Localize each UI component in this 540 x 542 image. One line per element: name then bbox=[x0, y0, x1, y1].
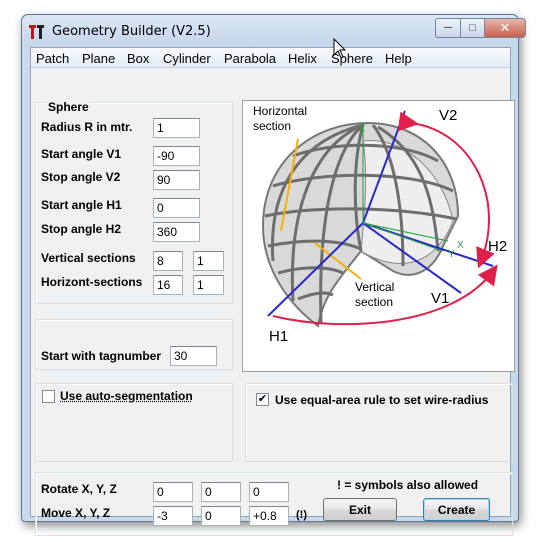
app-window: Geometry Builder (V2.5) ─ □ ✕ Patch Plan… bbox=[21, 14, 526, 536]
rotate-z-field[interactable]: 0 bbox=[249, 482, 289, 502]
maximize-icon: □ bbox=[469, 22, 476, 34]
rotate-label: Rotate X, Y, Z bbox=[41, 482, 117, 496]
v2-label: V2 bbox=[439, 107, 457, 124]
close-icon: ✕ bbox=[499, 20, 511, 35]
menu-help[interactable]: Help bbox=[385, 51, 412, 66]
rotate-y-field[interactable]: 0 bbox=[201, 482, 241, 502]
move-x-field[interactable]: -3 bbox=[153, 506, 193, 526]
close-button[interactable]: ✕ bbox=[484, 18, 526, 38]
rotate-x-field[interactable]: 0 bbox=[153, 482, 193, 502]
radius-label: Radius R in mtr. bbox=[41, 120, 133, 134]
h2-label: H2 bbox=[488, 238, 507, 255]
maximize-button[interactable]: □ bbox=[460, 18, 485, 38]
create-button[interactable]: Create bbox=[423, 498, 490, 521]
tagnumber-field[interactable]: 30 bbox=[170, 346, 217, 366]
title-bar[interactable]: Geometry Builder (V2.5) ─ □ ✕ bbox=[22, 15, 526, 47]
horizont-sections-label: Horizont-sections bbox=[41, 275, 143, 289]
vertical-sections-field[interactable]: 8 bbox=[153, 251, 183, 271]
stop-v2-label: Stop angle V2 bbox=[41, 170, 121, 184]
equal-area-label[interactable]: Use equal-area rule to set wire-radius bbox=[275, 393, 488, 407]
window-title: Geometry Builder (V2.5) bbox=[52, 24, 211, 39]
symbols-note: ! = symbols also allowed bbox=[337, 478, 479, 492]
symbols-hint-marker: (!) bbox=[296, 509, 307, 521]
sphere-diagram: Horizontal section Vertical section Z Y X … bbox=[242, 100, 515, 372]
vertical-section-label-line2: section bbox=[355, 295, 393, 309]
sphere-group-title: Sphere bbox=[46, 100, 91, 114]
move-label: Move X, Y, Z bbox=[41, 506, 111, 520]
radius-field[interactable]: 1 bbox=[153, 118, 200, 138]
app-icon bbox=[29, 25, 44, 39]
menu-parabola[interactable]: Parabola bbox=[224, 51, 276, 66]
menu-cylinder[interactable]: Cylinder bbox=[163, 51, 211, 66]
horizontal-section-label-line2: section bbox=[253, 119, 291, 133]
vertical-sections-label: Vertical sections bbox=[41, 251, 136, 265]
svg-text:Horizontalsection: Horizontal section bbox=[253, 104, 307, 133]
start-h1-label: Start angle H1 bbox=[41, 198, 122, 212]
menu-box[interactable]: Box bbox=[127, 51, 149, 66]
stop-v2-field[interactable]: 90 bbox=[153, 170, 200, 190]
equal-area-checkbox[interactable]: ✔ bbox=[256, 393, 269, 406]
start-v1-label: Start angle V1 bbox=[41, 147, 122, 161]
start-h1-field[interactable]: 0 bbox=[153, 198, 200, 218]
menu-plane[interactable]: Plane bbox=[82, 51, 115, 66]
axis-y-label: Y bbox=[448, 249, 455, 260]
horizont-sections-field[interactable]: 16 bbox=[153, 275, 183, 295]
mouse-cursor-icon bbox=[333, 38, 347, 59]
client-area: Patch Plane Box Cylinder Parabola Helix … bbox=[30, 47, 515, 536]
stop-h2-label: Stop angle H2 bbox=[41, 222, 122, 236]
auto-seg-checkbox[interactable] bbox=[42, 390, 55, 403]
move-z-field[interactable]: +0.8 bbox=[249, 506, 289, 526]
horizontal-section-label: Horizontal bbox=[253, 104, 307, 118]
v1-label: V1 bbox=[431, 290, 449, 307]
axis-z-label: Z bbox=[359, 123, 365, 134]
menu-patch[interactable]: Patch bbox=[36, 51, 69, 66]
minimize-button[interactable]: ─ bbox=[435, 18, 461, 38]
auto-seg-label[interactable]: Use auto-segmentation bbox=[60, 389, 193, 403]
axis-x-label: X bbox=[457, 240, 464, 251]
menu-bar: Patch Plane Box Cylinder Parabola Helix … bbox=[31, 48, 510, 68]
h1-label: H1 bbox=[269, 328, 288, 345]
move-y-field[interactable]: 0 bbox=[201, 506, 241, 526]
start-v1-field[interactable]: -90 bbox=[153, 146, 200, 166]
svg-text:Verticalsection: Vertical section bbox=[355, 280, 394, 309]
menu-helix[interactable]: Helix bbox=[288, 51, 317, 66]
sphere-illustration: Horizontal section Vertical section Z Y X … bbox=[253, 104, 507, 345]
minimize-icon: ─ bbox=[444, 22, 452, 34]
vertical-segments-field[interactable]: 1 bbox=[193, 251, 224, 271]
exit-button[interactable]: Exit bbox=[323, 498, 397, 521]
tagnumber-label: Start with tagnumber bbox=[41, 349, 162, 363]
stop-h2-field[interactable]: 360 bbox=[153, 222, 200, 242]
vertical-section-label: Vertical bbox=[355, 280, 394, 294]
horizont-segments-field[interactable]: 1 bbox=[193, 275, 224, 295]
